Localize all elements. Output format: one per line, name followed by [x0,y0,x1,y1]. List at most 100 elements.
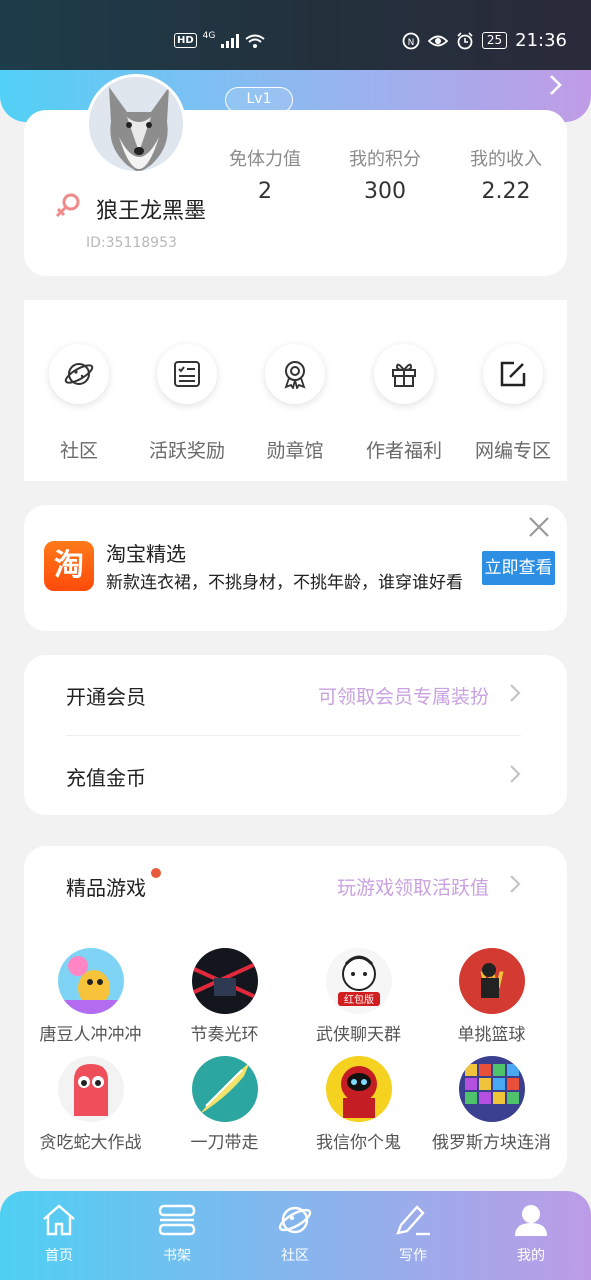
game-icon [191,948,258,1014]
tab-write[interactable]: 写作 [354,1203,472,1265]
open-vip-label: 开通会员 [66,684,146,709]
battery-icon: 25 [481,32,508,49]
close-icon[interactable] [527,513,551,546]
chevron-right-icon [509,874,521,899]
notification-dot [151,868,161,878]
games-hint: 玩游戏领取活跃值 [336,876,489,899]
hd-badge: HD [174,33,197,48]
game-item[interactable]: 红包版 武侠聊天群 [291,948,426,1045]
ad-description: 新款连衣裙，不挑身材，不挑年龄，谁穿谁好看 [106,573,463,593]
member-card: 开通会员 可领取会员专属装扮 充值金币 [24,655,567,815]
game-label: 唐豆人冲冲冲 [39,1025,142,1045]
ad-view-button[interactable]: 立即查看 [482,551,555,585]
checklist-icon [157,344,217,404]
stat-stamina[interactable]: 免体力值 2 [205,145,325,204]
game-icon [57,1056,124,1122]
status-right: N 25 21:36 [402,30,567,51]
tab-bookshelf[interactable]: 书架 [118,1203,236,1265]
tab-label: 首页 [45,1248,73,1264]
stat-value: 2 [258,179,272,204]
games-title: 精品游戏 [66,875,146,900]
game-item[interactable]: 我信你个鬼 [291,1056,426,1153]
quick-menu-label: 活跃奖励 [148,440,225,462]
open-vip-hint: 可领取会员专属装扮 [317,685,489,708]
game-icon [325,1056,392,1122]
quick-menu-label: 社区 [59,440,98,462]
user-id: ID:35118953 [86,235,177,251]
quick-menu: 社区 活跃奖励 勋章馆 作者福利 网编专区 [24,300,567,481]
recharge-coins-row[interactable]: 充值金币 [66,756,521,796]
stat-label: 免体力值 [229,149,301,170]
game-item[interactable]: 贪吃蛇大作战 [23,1056,158,1153]
ad-view-button-label: 立即查看 [484,558,553,578]
svg-text:N: N [407,38,414,48]
quick-menu-label: 勋章馆 [266,440,324,462]
avatar[interactable] [86,74,186,174]
clock-time: 21:36 [515,30,567,51]
username: 狼王龙黑墨 [96,199,207,224]
game-item[interactable]: 俄罗斯方块连消 [424,1056,559,1153]
network-label: 4G [202,30,216,41]
quick-menu-medal-hall[interactable]: 勋章馆 [240,344,350,463]
game-item[interactable]: 节奏光环 [157,948,292,1045]
game-label: 一刀带走 [190,1133,259,1153]
game-label: 俄罗斯方块连消 [432,1133,551,1153]
divider [66,735,521,736]
game-item[interactable]: 一刀带走 [157,1056,292,1153]
game-label: 武侠聊天群 [316,1025,401,1045]
stat-points[interactable]: 我的积分 300 [325,145,445,204]
quick-menu-community[interactable]: 社区 [24,344,134,463]
stat-value: 300 [364,179,406,204]
tab-community[interactable]: 社区 [236,1203,354,1265]
game-label: 节奏光环 [190,1025,259,1045]
red-packet-badge: 红包版 [344,993,374,1006]
tab-label: 写作 [399,1248,427,1264]
eye-icon [427,35,448,46]
chevron-right-icon[interactable] [549,74,563,102]
user-icon [515,1205,547,1236]
tab-mine[interactable]: 我的 [472,1203,590,1265]
stat-income[interactable]: 我的收入 2.22 [446,145,566,204]
signal-icon [221,33,240,48]
tab-home[interactable]: 首页 [0,1203,118,1265]
chevron-right-icon [509,764,521,789]
medal-icon [265,344,325,404]
open-vip-row[interactable]: 开通会员 可领取会员专属装扮 [66,675,521,715]
taobao-logo: 淘 [44,541,94,591]
bottom-tab-bar: 首页 书架 社区 写作 我的 [0,1191,591,1280]
status-left: HD 4G [174,30,265,48]
game-icon [57,948,124,1014]
planet-icon [49,344,109,404]
game-item[interactable]: W 单挑篮球 [424,948,559,1045]
game-icon: W [458,948,525,1014]
stat-value: 2.22 [481,179,531,204]
game-label: 贪吃蛇大作战 [39,1133,142,1153]
tab-label: 社区 [281,1248,309,1264]
ad-title: 淘宝精选 [106,542,186,566]
games-header-row[interactable]: 精品游戏 玩游戏领取活跃值 [66,866,521,906]
pen-icon [396,1205,430,1236]
games-card: 精品游戏 玩游戏领取活跃值 唐豆人冲冲冲 节奏光环 红包版 武侠聊天群 W 单挑… [24,846,567,1179]
quick-menu-activity-reward[interactable]: 活跃奖励 [132,344,242,463]
quick-menu-author-welfare[interactable]: 作者福利 [349,344,459,463]
edit-icon [483,344,543,404]
wifi-icon [245,34,265,48]
stat-label: 我的积分 [349,149,421,170]
stat-label: 我的收入 [470,149,542,170]
home-icon [43,1204,75,1236]
bookshelf-icon [158,1204,196,1236]
quick-menu-editor-zone[interactable]: 网编专区 [458,344,568,463]
quick-menu-label: 网编专区 [474,440,551,462]
ad-card[interactable]: 淘 淘宝精选 新款连衣裙，不挑身材，不挑年龄，谁穿谁好看 立即查看 [24,505,567,631]
game-item[interactable]: 唐豆人冲冲冲 [23,948,158,1045]
game-label: 我信你个鬼 [316,1133,401,1153]
game-icon: 红包版 [325,948,392,1014]
quick-menu-label: 作者福利 [365,440,442,462]
tab-label: 书架 [163,1248,191,1264]
planet-icon [278,1206,312,1234]
tab-label: 我的 [517,1248,545,1264]
alarm-icon [457,31,473,49]
game-label: 单挑篮球 [457,1025,526,1045]
female-icon [54,192,82,226]
gift-icon [374,344,434,404]
